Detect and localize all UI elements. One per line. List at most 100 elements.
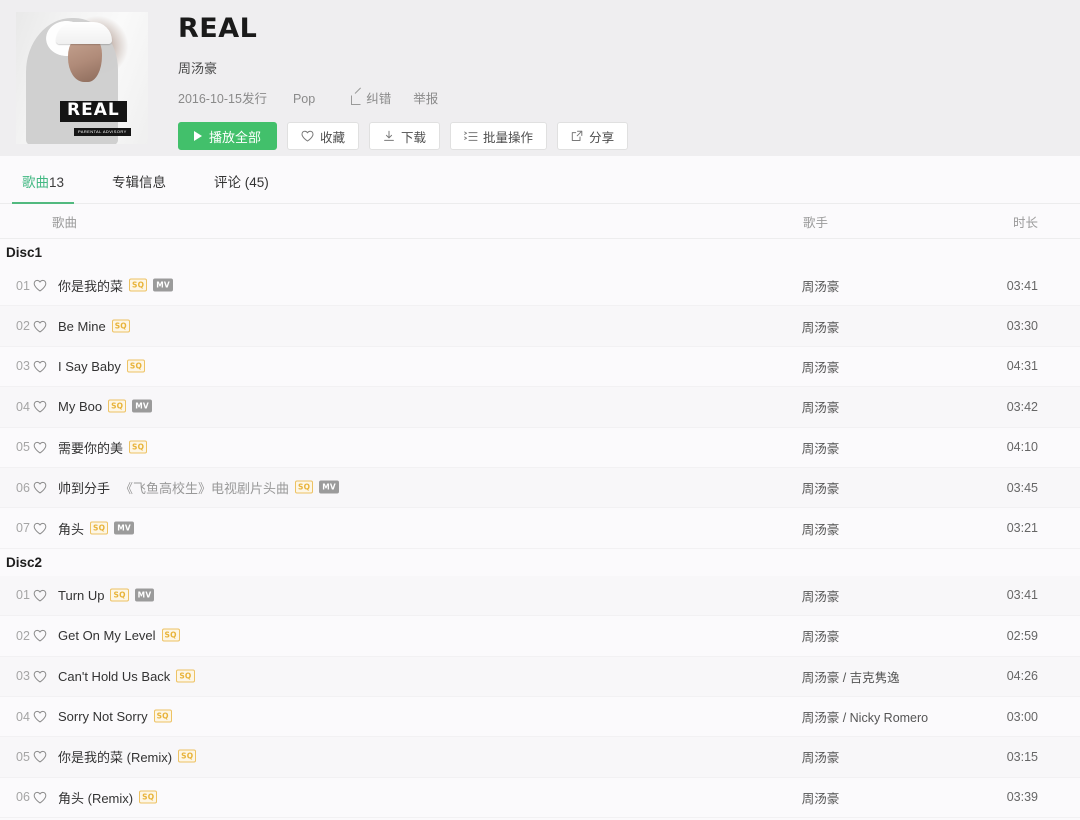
track-title[interactable]: 你是我的菜 (Remix) <box>58 747 172 766</box>
favorite-heart-icon[interactable] <box>33 279 58 292</box>
favorite-heart-icon[interactable] <box>33 750 58 763</box>
mv-video-badge[interactable]: MV <box>114 521 134 535</box>
track-duration: 03:30 <box>1006 319 1038 334</box>
track-title[interactable]: 需要你的美 <box>58 438 123 457</box>
mv-video-badge[interactable]: MV <box>132 399 152 413</box>
mv-video-badge[interactable]: MV <box>153 278 173 292</box>
tab-album-info[interactable]: 专辑信息 <box>102 174 176 203</box>
table-row[interactable]: 04 Sorry Not Sorry SQ 周汤豪 / Nicky Romero 03:… <box>0 696 1080 738</box>
share-button[interactable]: 分享 <box>557 122 629 150</box>
favorite-heart-icon[interactable] <box>33 441 58 454</box>
report-label: 举报 <box>413 92 439 106</box>
favorite-heart-icon[interactable] <box>33 629 58 642</box>
track-artist[interactable]: 周汤豪 <box>802 626 1007 645</box>
track-artist[interactable]: 周汤豪 <box>802 478 1007 497</box>
track-artist[interactable]: 周汤豪 <box>802 357 1007 376</box>
table-row[interactable]: 02 Get On My Level SQ 周汤豪 02:59 <box>0 616 1080 657</box>
sq-quality-badge: SQ <box>110 588 129 602</box>
mv-video-badge[interactable]: MV <box>134 588 155 602</box>
tab-songs[interactable]: 歌曲13 <box>12 174 75 204</box>
track-number: 05 <box>16 440 30 455</box>
table-row[interactable]: 05 需要你的美 SQ 周汤豪 04:10 <box>0 427 1080 468</box>
favorite-heart-icon[interactable] <box>33 320 58 333</box>
favorite-heart-icon[interactable] <box>33 589 58 602</box>
track-artist[interactable]: 周汤豪 / 吉克隽逸 <box>802 667 1007 686</box>
cover-cap-shape <box>56 22 112 44</box>
track-title[interactable]: Sorry Not Sorry <box>58 709 148 724</box>
track-number: 03 <box>16 359 30 374</box>
table-row[interactable]: 07 角头 SQ MV 周汤豪 03:21 <box>0 508 1080 549</box>
table-row[interactable]: 05 你是我的菜 (Remix) SQ 周汤豪 03:15 <box>0 737 1080 778</box>
track-artist[interactable]: 周汤豪 / Nicky Romero <box>802 707 1007 726</box>
track-artist[interactable]: 周汤豪 <box>802 397 1007 416</box>
tab-comments[interactable]: 评论 (45) <box>204 174 279 203</box>
favorite-heart-icon[interactable] <box>33 670 58 683</box>
album-artist[interactable]: 周汤豪 <box>178 60 638 78</box>
track-title[interactable]: Be Mine <box>58 319 106 334</box>
favorite-button[interactable]: 收藏 <box>287 122 360 150</box>
mv-video-badge[interactable]: MV <box>319 480 339 494</box>
table-row[interactable]: 06 角头 (Remix) SQ 周汤豪 03:39 <box>0 777 1080 819</box>
album-cover[interactable]: REAL PARENTAL ADVISORY <box>16 12 148 144</box>
table-row[interactable]: 01 Turn Up SQ MV 周汤豪 03:41 <box>0 575 1080 617</box>
track-title-cell: 需要你的美 SQ <box>58 438 802 457</box>
tab-songs-count: 13 <box>49 175 65 190</box>
track-artist[interactable]: 周汤豪 <box>802 276 1007 295</box>
track-title[interactable]: My Boo <box>58 399 102 414</box>
track-artist[interactable]: 周汤豪 <box>802 317 1007 336</box>
track-duration: 03:41 <box>1006 588 1038 603</box>
track-title-cell: I Say Baby SQ <box>58 359 802 374</box>
favorite-heart-icon[interactable] <box>33 400 58 413</box>
track-title[interactable]: 角头 <box>58 519 84 538</box>
track-title[interactable]: Turn Up <box>58 588 104 603</box>
track-artist[interactable]: 周汤豪 <box>802 788 1007 807</box>
favorite-heart-icon[interactable] <box>33 481 58 494</box>
table-row[interactable]: 01 你是我的菜 SQ MV 周汤豪 03:41 <box>0 266 1080 307</box>
track-title-cell: Turn Up SQ MV <box>58 588 802 603</box>
track-artist[interactable]: 周汤豪 <box>802 586 1007 605</box>
track-title[interactable]: Get On My Level <box>58 628 156 643</box>
track-duration: 04:31 <box>1006 359 1038 374</box>
track-title-cell: Can't Hold Us Back SQ <box>58 669 802 684</box>
download-label: 下载 <box>401 130 427 145</box>
play-all-button[interactable]: 播放全部 <box>178 122 278 150</box>
track-artist[interactable]: 周汤豪 <box>802 519 1007 538</box>
table-row[interactable]: 03 I Say Baby SQ 周汤豪 04:31 <box>0 346 1080 388</box>
track-title[interactable]: Can't Hold Us Back <box>58 669 170 684</box>
favorite-heart-icon[interactable] <box>33 360 58 373</box>
track-title-cell: Sorry Not Sorry SQ <box>58 709 802 724</box>
share-label: 分享 <box>589 130 615 145</box>
track-title-cell: 角头 SQ MV <box>58 519 802 538</box>
track-title[interactable]: I Say Baby <box>58 359 121 374</box>
tab-songs-label: 歌曲 <box>22 175 49 190</box>
batch-operation-button[interactable]: 批量操作 <box>450 122 548 150</box>
track-title[interactable]: 角头 (Remix) <box>58 788 133 807</box>
track-title[interactable]: 你是我的菜 <box>58 276 123 295</box>
favorite-heart-icon[interactable] <box>33 791 58 804</box>
share-icon <box>571 130 583 142</box>
download-button[interactable]: 下载 <box>369 122 441 150</box>
report-link[interactable]: 举报 <box>413 90 438 108</box>
track-title-cell: 你是我的菜 SQ MV <box>58 276 802 295</box>
track-artist[interactable]: 周汤豪 <box>802 747 1007 766</box>
album-genre[interactable]: Pop <box>293 90 315 108</box>
track-duration: 03:00 <box>1006 709 1038 724</box>
favorite-label: 收藏 <box>320 130 346 145</box>
download-icon <box>383 130 395 142</box>
track-number: 04 <box>16 399 30 414</box>
track-title-cell: My Boo SQ MV <box>58 399 802 414</box>
track-artist[interactable]: 周汤豪 <box>802 438 1007 457</box>
track-duration: 04:10 <box>1006 440 1038 455</box>
track-title[interactable]: 帅到分手 <box>58 478 110 497</box>
table-row[interactable]: 06 帅到分手 《飞鱼高校生》电视剧片头曲 SQ MV 周汤豪 03:45 <box>0 467 1080 509</box>
table-row[interactable]: 02 Be Mine SQ 周汤豪 03:30 <box>0 306 1080 347</box>
table-row[interactable]: 03 Can't Hold Us Back SQ 周汤豪 / 吉克隽逸 04:26 <box>0 656 1080 697</box>
favorite-heart-icon[interactable] <box>33 522 58 535</box>
report-error-link[interactable]: 纠错 <box>351 90 391 108</box>
favorite-heart-icon[interactable] <box>33 710 58 723</box>
table-row[interactable]: 04 My Boo SQ MV 周汤豪 03:42 <box>0 387 1080 428</box>
action-buttons: 播放全部 收藏 下载 批量操作 分享 <box>178 122 638 150</box>
track-number: 01 <box>16 278 30 293</box>
track-number: 06 <box>16 790 30 805</box>
sq-quality-badge: SQ <box>129 440 148 454</box>
